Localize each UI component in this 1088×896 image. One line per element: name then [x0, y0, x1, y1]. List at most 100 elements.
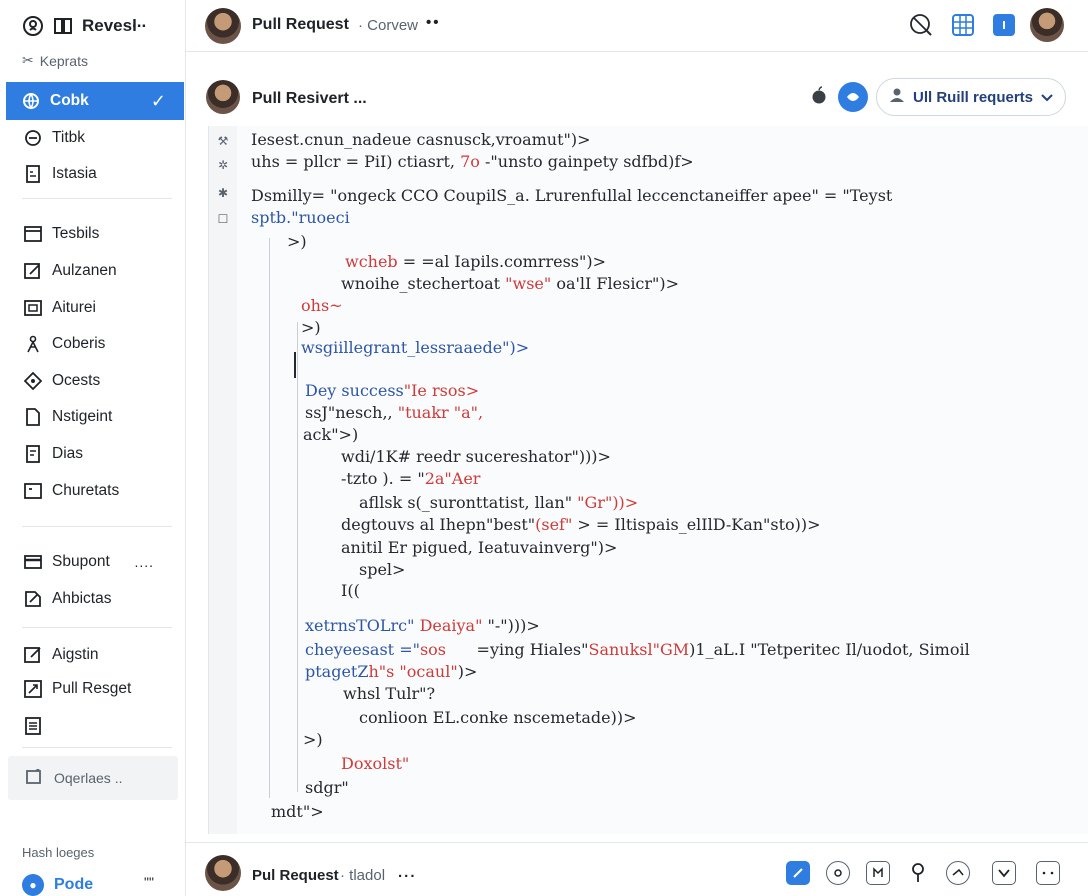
sidebar-item-aulzanen[interactable]: Aulzanen: [8, 255, 184, 287]
edit-icon[interactable]: [786, 861, 810, 885]
file-icon: [24, 445, 42, 463]
keyboard-icon: [24, 553, 42, 571]
user-dot-icon: ●: [22, 874, 44, 896]
code-line: cheyeesast ="sos =ying Hiales"Sanuksl"GM…: [305, 640, 970, 659]
sidebar-item-ocests[interactable]: Ocests: [8, 365, 184, 397]
checkbox-icon[interactable]: ☐: [216, 212, 230, 226]
footer-label: Pode: [54, 876, 94, 893]
code-token: Deaiya": [419, 616, 483, 635]
pull-requests-dropdown[interactable]: Ull Ruill requerts: [876, 78, 1066, 116]
code-token: Iesest.cnun_nadeue casnusck,vroamut")>: [251, 130, 591, 149]
code-token: >): [303, 730, 323, 749]
code-token: wcheb: [345, 252, 398, 271]
pull-request-title: Pull Resivert ...: [252, 90, 367, 107]
indent-guide: [269, 238, 270, 798]
sidebar-item-aiturei[interactable]: Aiturei: [8, 292, 184, 324]
code-token: wsgiillegrant_lessraaede")>: [301, 338, 530, 357]
code-token: Dsmilly= "ongeck CCO CoupilS_a. Lrurenfu…: [251, 186, 893, 205]
sidebar-item-istasia[interactable]: Istasia: [8, 158, 184, 190]
sidebar-item-label: Pull Resget: [52, 680, 132, 697]
board-icon[interactable]: [950, 12, 976, 38]
avatar[interactable]: [206, 80, 240, 114]
compose-icon: [24, 590, 42, 608]
sidebar-item-sbupont[interactable]: Sbupont ....: [8, 546, 184, 578]
sidebar-divider: [22, 526, 172, 527]
user-avatar[interactable]: [1030, 8, 1064, 42]
sidebar-search[interactable]: Oqerlaes ..: [8, 756, 178, 800]
book-icon: [52, 15, 74, 37]
code-token: =ying Hiales": [446, 640, 589, 659]
brand-name: Revesl: [82, 16, 137, 35]
code-token: "tuakr "a",: [397, 403, 484, 422]
code-token: -tzto ). = ": [341, 469, 425, 488]
sidebar-item-label: Coberis: [52, 335, 106, 352]
code-token: xetrnsTOLrc": [305, 616, 420, 635]
sidebar-footer-item[interactable]: ● Pode: [22, 874, 93, 896]
emoji-icon[interactable]: [826, 861, 850, 885]
code-line: sdgr": [305, 778, 349, 797]
grid-icon: [24, 299, 42, 317]
sidebar-subtitle[interactable]: ✂ Keprats: [22, 52, 88, 69]
more-options-icon[interactable]: ••: [426, 14, 441, 31]
sidebar-item-aigstin[interactable]: Aigstin: [8, 639, 184, 671]
code-editor[interactable]: Iesest.cnun_nadeue casnusck,vroamut")> uh…: [237, 126, 1088, 834]
check-icon: ✓: [150, 90, 166, 111]
sidebar-item-churetats[interactable]: Churetats: [8, 475, 184, 507]
code-line: wnoihe_stechertoat "wse" oa'lI Flesicr")…: [341, 274, 679, 293]
chat-bubble-icon[interactable]: [946, 861, 970, 885]
sidebar-item-pull-resget[interactable]: Pull Resget: [8, 673, 184, 705]
sidebar-item-coberis[interactable]: Coberis: [8, 328, 184, 360]
sidebar-item-tesbils[interactable]: Tesbils: [8, 218, 184, 250]
code-token: I((: [341, 581, 360, 600]
sparkle-icon[interactable]: ✲: [216, 158, 230, 172]
code-token: uhs = pllcr = PiI) ctiasrt,: [251, 152, 461, 171]
search-off-icon[interactable]: [908, 12, 934, 38]
wrench-icon[interactable]: ⚒: [216, 134, 230, 148]
bottom-crumb[interactable]: · tladol: [340, 867, 385, 884]
code-line: ohs~: [301, 296, 343, 315]
code-token: sos: [419, 640, 447, 659]
more-square-icon[interactable]: [1036, 861, 1060, 885]
github-logo-icon: [22, 15, 44, 37]
code-line: wsgiillegrant_lessraaede")>: [301, 338, 529, 357]
document-icon: [24, 165, 42, 183]
footer-more[interactable]: "": [144, 874, 154, 890]
brand-more-menu[interactable]: ...: [132, 12, 146, 32]
brand[interactable]: Revesl: [22, 12, 137, 40]
sidebar-item-list[interactable]: [8, 710, 184, 742]
apple-icon[interactable]: [810, 86, 828, 104]
code-line: I((: [341, 581, 360, 600]
avatar[interactable]: [205, 8, 241, 44]
code-line: wdi/1K# reedr sucereshator")))>: [341, 447, 611, 466]
sidebar-item-ahbictas[interactable]: Ahbictas: [8, 583, 184, 615]
code-line: xetrnsTOLrc" Deaiya" "-")))>: [305, 616, 540, 635]
sidebar-item-dias[interactable]: Dias: [8, 438, 184, 470]
sidebar-item-titbk[interactable]: Titbk: [8, 122, 184, 154]
code-token: h"s "ocaul": [368, 662, 458, 681]
shield-icon[interactable]: [992, 861, 1016, 885]
code-token: "Gr"))>: [572, 493, 639, 512]
list-icon: [24, 717, 42, 735]
code-line: Iesest.cnun_nadeue casnusck,vroamut")>: [251, 130, 591, 149]
sidebar-divider: [22, 198, 172, 199]
more-options-icon[interactable]: ...: [398, 864, 417, 881]
sidebar-item-label: Churetats: [52, 482, 120, 499]
breadcrumb[interactable]: · Corvew: [358, 17, 418, 34]
sidebar-item-label: Istasia: [52, 165, 97, 182]
sidebar-item-label: Sbupont: [52, 553, 110, 570]
code-line: Doxolst": [341, 754, 409, 773]
sidebar-item-cobk[interactable]: Cobk ✓: [6, 82, 184, 120]
sidebar-item-label: Nstigeint: [52, 408, 113, 425]
notification-icon[interactable]: [993, 14, 1015, 36]
asterisk-icon[interactable]: ✱: [216, 186, 230, 200]
avatar[interactable]: [205, 855, 241, 891]
sidebar-item-nstigeint[interactable]: Nstigeint: [8, 401, 184, 433]
sidebar-item-label: Aulzanen: [52, 262, 117, 279]
pin-icon[interactable]: [906, 861, 930, 885]
code-token: > = Iltispais_elIlD-Kan"sto))>: [572, 515, 821, 534]
chevron-down-icon: [1041, 89, 1053, 106]
mail-icon[interactable]: [866, 861, 890, 885]
more-icon[interactable]: ....: [134, 554, 154, 570]
reaction-icon[interactable]: [838, 82, 868, 112]
code-token: ohs~: [301, 296, 343, 315]
